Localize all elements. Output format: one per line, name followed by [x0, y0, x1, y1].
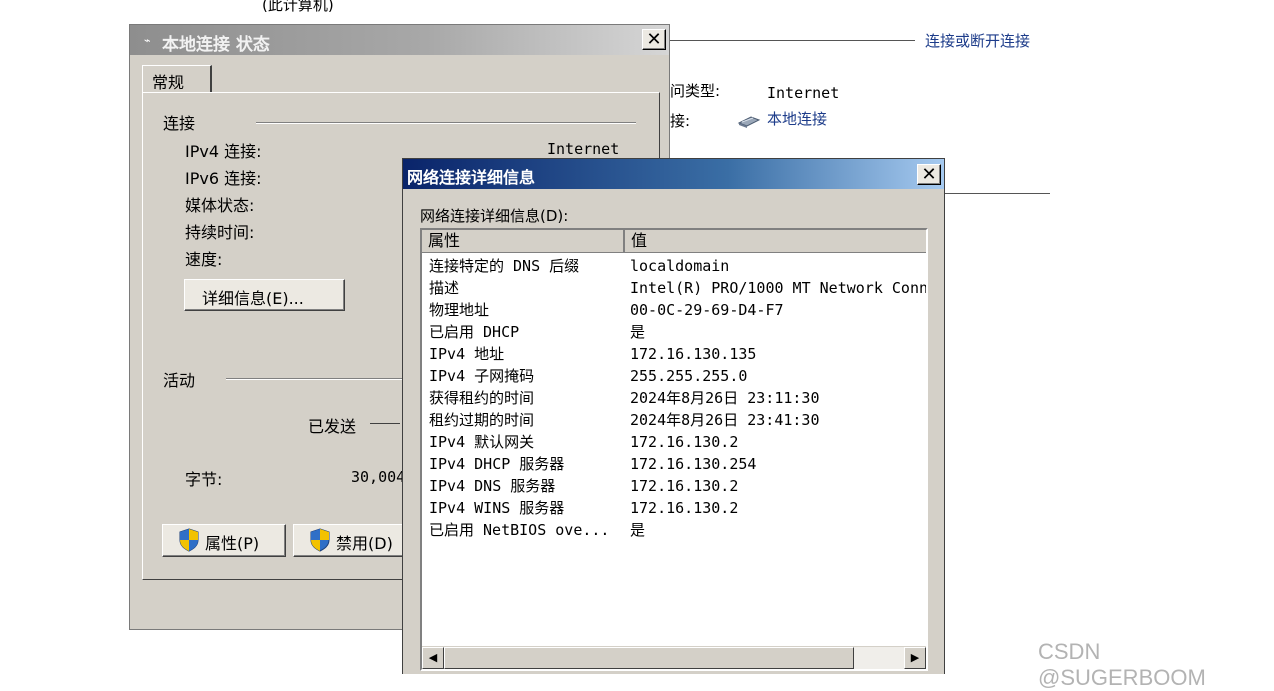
details-button[interactable]: 详细信息(E)...	[184, 279, 345, 311]
section-divider	[256, 122, 636, 124]
table-row[interactable]: IPv4 DHCP 服务器 172.16.130.254	[422, 453, 926, 475]
horizontal-scrollbar[interactable]: ◀ ▶	[422, 646, 926, 669]
bytes-label: 字节:	[185, 470, 223, 489]
divider	[670, 40, 915, 41]
properties-button[interactable]: 属性(P)	[162, 524, 286, 557]
connection-icon: ⌁	[144, 34, 151, 47]
value-cell: 172.16.130.2	[630, 477, 739, 495]
bytes-sent-value: 30,004	[351, 468, 406, 486]
duration-label: 持续时间:	[185, 223, 255, 242]
scroll-thumb[interactable]	[444, 647, 854, 669]
scroll-right-button[interactable]: ▶	[904, 647, 926, 669]
section-divider	[226, 378, 406, 380]
property-cell: 连接特定的 DNS 后缀	[429, 257, 580, 275]
status-dialog-title: 本地连接 状态	[162, 35, 270, 55]
table-row[interactable]: 已启用 NetBIOS ove... 是	[422, 519, 926, 541]
property-cell: 已启用 DHCP	[429, 323, 520, 341]
property-cell: IPv4 DNS 服务器	[429, 477, 556, 495]
details-rows: 连接特定的 DNS 后缀 localdomain 描述 Intel(R) PRO/1…	[422, 255, 926, 541]
value-cell: 172.16.130.2	[630, 499, 739, 517]
value-cell: 172.16.130.135	[630, 345, 757, 363]
divider	[944, 193, 1050, 194]
uac-shield-icon	[179, 528, 199, 552]
value-cell: 2024年8月26日 23:11:30	[630, 389, 820, 407]
uac-shield-icon	[310, 528, 330, 552]
value-cell: 172.16.130.2	[630, 433, 739, 451]
property-cell: 租约过期的时间	[429, 411, 535, 429]
table-row[interactable]: IPv4 WINS 服务器 172.16.130.2	[422, 497, 926, 519]
table-row[interactable]: 连接特定的 DNS 后缀 localdomain	[422, 255, 926, 277]
property-cell: IPv4 DHCP 服务器	[429, 455, 565, 473]
property-cell: 描述	[429, 279, 460, 297]
value-cell: 00-0C-29-69-D4-F7	[630, 301, 784, 319]
value-cell: 是	[630, 323, 646, 341]
value-cell: 2024年8月26日 23:41:30	[630, 411, 820, 429]
properties-button-label: 属性(P)	[205, 534, 260, 553]
network-adapter-icon	[737, 116, 761, 128]
details-list-label: 网络连接详细信息(D):	[420, 207, 569, 225]
value-cell: 是	[630, 521, 646, 539]
watermark: CSDN @SUGERBOOM	[1038, 639, 1206, 690]
details-titlebar[interactable]: 网络连接详细信息 ✕	[403, 159, 944, 189]
connect-disconnect-link[interactable]: 连接或断开连接	[925, 30, 1030, 51]
property-cell: IPv4 地址	[429, 345, 505, 363]
close-icon: ✕	[646, 29, 662, 50]
table-row[interactable]: 物理地址 00-0C-29-69-D4-F7	[422, 299, 926, 321]
table-row[interactable]: 已启用 DHCP 是	[422, 321, 926, 343]
table-row[interactable]: 描述 Intel(R) PRO/1000 MT Network Conn	[422, 277, 926, 299]
value-cell: Intel(R) PRO/1000 MT Network Conn	[630, 279, 928, 297]
property-cell: 获得租约的时间	[429, 389, 535, 407]
details-list[interactable]: 属性 值 连接特定的 DNS 后缀 localdomain 描述 Intel(R) …	[420, 228, 928, 671]
table-row[interactable]: IPv4 默认网关 172.16.130.2	[422, 431, 926, 453]
sent-label: 已发送	[308, 417, 357, 436]
background-top-text: (此计算机)	[262, 0, 334, 14]
value-cell: localdomain	[630, 257, 730, 275]
table-row[interactable]: 获得租约的时间 2024年8月26日 23:11:30	[422, 387, 926, 409]
status-titlebar[interactable]: ⌁ 本地连接 状态 ✕	[130, 25, 669, 55]
ipv4-connectivity-value: Internet	[547, 140, 620, 158]
table-row[interactable]: IPv4 DNS 服务器 172.16.130.2	[422, 475, 926, 497]
network-connection-details-dialog: 网络连接详细信息 ✕ 网络连接详细信息(D): 属性 值 连接特定的 DNS 后…	[402, 158, 945, 674]
arrow-right-icon: ▶	[910, 651, 920, 664]
speed-label: 速度:	[185, 250, 223, 269]
list-header: 属性 值	[422, 230, 926, 253]
table-row[interactable]: IPv4 子网掩码 255.255.255.0	[422, 365, 926, 387]
property-cell: IPv4 子网掩码	[429, 367, 535, 385]
ipv4-connectivity-label: IPv4 连接:	[185, 142, 262, 161]
property-cell: 已启用 NetBIOS ove...	[429, 521, 610, 539]
sent-divider	[370, 423, 400, 424]
column-header-value[interactable]: 值	[625, 230, 926, 252]
section-activity-heading: 活动	[163, 371, 196, 390]
access-type-label: 问类型:	[670, 82, 721, 100]
table-row[interactable]: IPv4 地址 172.16.130.135	[422, 343, 926, 365]
property-cell: IPv4 WINS 服务器	[429, 499, 565, 517]
property-cell: 物理地址	[429, 301, 490, 319]
column-header-property[interactable]: 属性	[422, 230, 625, 252]
details-dialog-title: 网络连接详细信息	[407, 168, 536, 187]
table-row[interactable]: 租约过期的时间 2024年8月26日 23:41:30	[422, 409, 926, 431]
close-button[interactable]: ✕	[917, 164, 941, 185]
access-type-value: Internet	[767, 84, 840, 102]
section-connection-heading: 连接	[163, 114, 196, 133]
disable-button-label: 禁用(D)	[336, 534, 393, 553]
arrow-left-icon: ◀	[428, 651, 438, 664]
property-cell: IPv4 默认网关	[429, 433, 535, 451]
disable-button[interactable]: 禁用(D)	[293, 524, 417, 557]
scroll-left-button[interactable]: ◀	[422, 647, 444, 669]
close-button[interactable]: ✕	[642, 29, 666, 50]
media-state-label: 媒体状态:	[185, 196, 255, 215]
value-cell: 255.255.255.0	[630, 367, 748, 385]
connections-label: 接:	[670, 112, 691, 130]
ipv6-connectivity-label: IPv6 连接:	[185, 169, 262, 188]
tab-general[interactable]: 常规	[142, 65, 212, 93]
local-connection-link[interactable]: 本地连接	[767, 108, 827, 129]
value-cell: 172.16.130.254	[630, 455, 757, 473]
close-icon: ✕	[921, 164, 937, 185]
